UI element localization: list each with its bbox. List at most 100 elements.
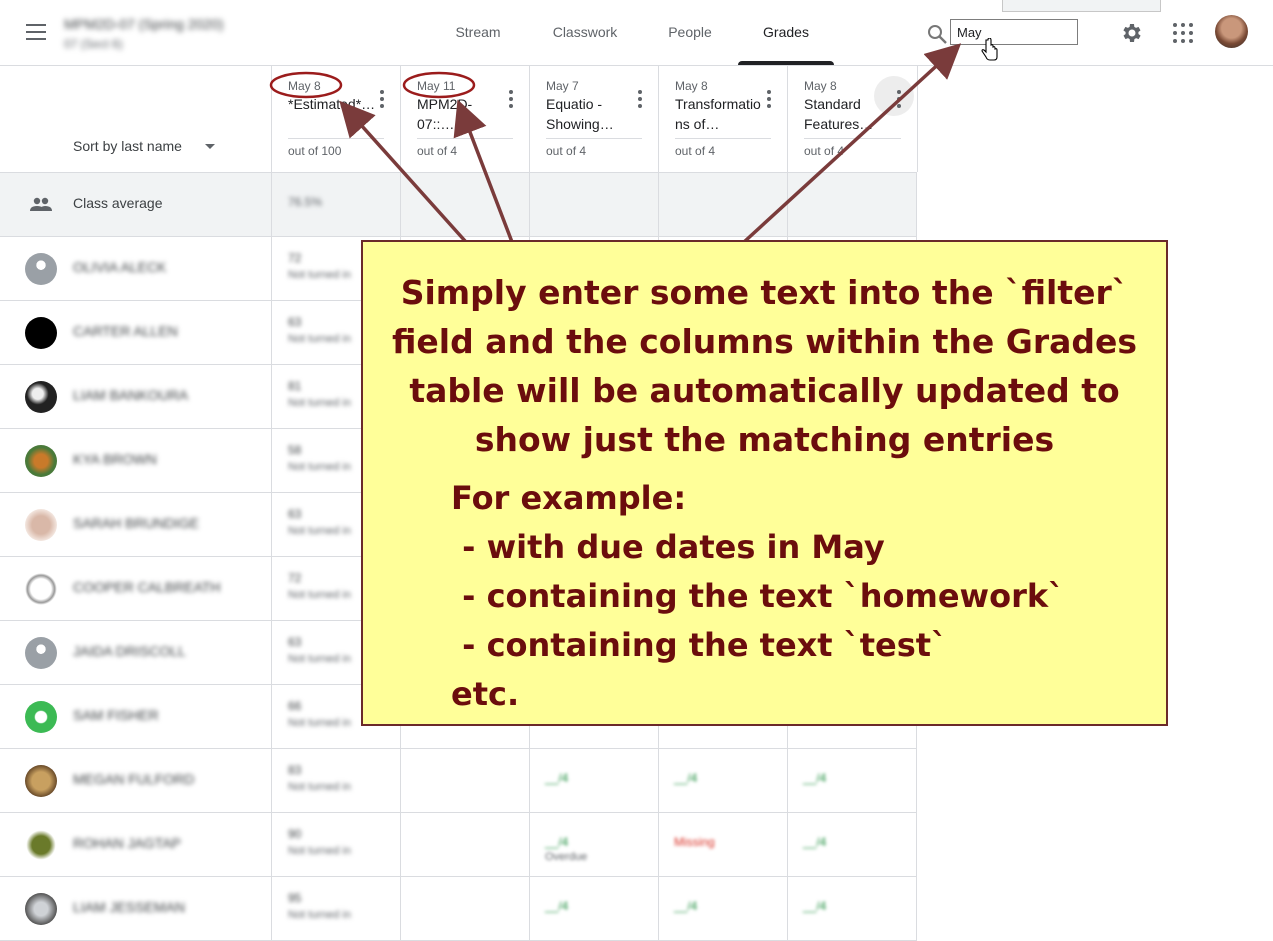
grade-cell[interactable]: __/4 — [803, 899, 826, 913]
divider — [916, 173, 917, 236]
grade-cell[interactable]: 63 — [288, 315, 301, 329]
assignment-title[interactable]: Standard Features… — [804, 94, 892, 134]
grade-cell[interactable]: __/4 — [545, 835, 568, 849]
more-vert-icon[interactable] — [638, 90, 642, 108]
grade-cell[interactable]: 81 — [288, 379, 301, 393]
grade-cell[interactable]: 95 — [288, 891, 301, 905]
grade-status: Not turned in — [288, 845, 351, 857]
assignment-title[interactable]: Transformations of… — [675, 94, 763, 134]
more-vert-icon[interactable] — [767, 90, 771, 108]
student-avatar — [25, 381, 57, 413]
points-possible: out of 100 — [288, 144, 342, 158]
assignment-column-header[interactable]: May 8 *Estimated*… out of 100 — [271, 66, 400, 172]
filter-input[interactable] — [950, 19, 1078, 45]
student-name[interactable]: JAIDA DRISCOLL — [73, 643, 186, 659]
student-name[interactable]: SARAH BRUNDIGE — [73, 515, 199, 531]
grade-status: Not turned in — [288, 525, 351, 537]
due-date: May 7 — [546, 79, 579, 93]
assignment-title[interactable]: *Estimated*… — [288, 94, 376, 114]
student-name[interactable]: COOPER CALBREATH — [73, 579, 221, 595]
table-row[interactable]: ROHAN JAGTAP 90 Not turned in __/4 Missin… — [0, 813, 917, 877]
more-vert-icon[interactable] — [897, 90, 901, 108]
account-avatar[interactable] — [1215, 15, 1248, 48]
due-date: May 8 — [804, 79, 837, 93]
student-name[interactable]: CARTER ALLEN — [73, 323, 178, 339]
student-avatar — [25, 573, 57, 605]
grade-cell[interactable]: 63 — [288, 635, 301, 649]
search-icon[interactable] — [926, 23, 948, 45]
grade-cell[interactable]: __/4 — [674, 899, 697, 913]
divider — [400, 749, 401, 812]
assignment-column-header[interactable]: May 7 Equatio - Showing… out of 4 — [529, 66, 658, 172]
chevron-down-icon[interactable] — [205, 144, 215, 149]
course-title-block[interactable]: MPM2D-07 (Spring 2020) 07 (Sect 6) — [64, 16, 224, 51]
due-date: May 8 — [288, 79, 321, 93]
points-possible: out of 4 — [546, 144, 587, 158]
hand-cursor-icon — [981, 38, 998, 61]
app-header: MPM2D-07 (Spring 2020) 07 (Sect 6) Strea… — [0, 0, 1273, 66]
student-name[interactable]: LIAM BANKOURA — [73, 387, 188, 403]
grade-cell[interactable]: __/4 — [803, 771, 826, 785]
tab-people[interactable]: People — [654, 0, 726, 65]
grade-cell[interactable]: 72 — [288, 251, 301, 265]
student-name[interactable]: LIAM JESSEMAN — [73, 899, 185, 915]
grade-cell[interactable]: 63 — [288, 507, 301, 521]
divider — [400, 813, 401, 876]
due-date: May 8 — [675, 79, 708, 93]
grade-status: Not turned in — [288, 589, 351, 601]
grade-cell[interactable]: __/4 — [545, 899, 568, 913]
course-title: MPM2D-07 (Spring 2020) — [64, 16, 224, 32]
student-avatar — [25, 701, 57, 733]
student-avatar — [25, 829, 57, 861]
divider — [787, 813, 788, 876]
grade-cell[interactable]: 66 — [288, 699, 301, 713]
tab-classwork[interactable]: Classwork — [538, 0, 632, 65]
more-vert-icon[interactable] — [509, 90, 513, 108]
divider — [271, 237, 272, 300]
grade-status: Not turned in — [288, 269, 351, 281]
class-average-value: 76.5% — [288, 195, 323, 209]
student-name[interactable]: ROHAN JAGTAP — [73, 835, 181, 851]
settings-gear-icon[interactable] — [1120, 21, 1144, 45]
assignment-title[interactable]: Equatio - Showing… — [546, 94, 634, 134]
grade-cell[interactable]: 58 — [288, 443, 301, 457]
menu-icon[interactable] — [26, 24, 46, 40]
divider — [916, 749, 917, 812]
class-average-label: Class average — [73, 195, 163, 211]
divider — [658, 813, 659, 876]
tab-stream[interactable]: Stream — [436, 0, 520, 65]
assignment-column-header[interactable]: May 11 MPM2D-07::… out of 4 — [400, 66, 529, 172]
people-icon — [30, 197, 52, 211]
student-name[interactable]: OLIVIA ALECK — [73, 259, 166, 275]
grade-cell[interactable]: Missing — [674, 835, 715, 849]
divider — [417, 138, 513, 139]
student-name[interactable]: KYA BROWN — [73, 451, 157, 467]
callout-examples: For example: - with due dates in May - c… — [451, 479, 1065, 713]
assignment-column-header[interactable]: May 8 Transformations of… out of 4 — [658, 66, 787, 172]
grade-cell[interactable]: __/4 — [803, 835, 826, 849]
student-name[interactable]: MEGAN FULFORD — [73, 771, 194, 787]
grade-cell[interactable]: __/4 — [674, 771, 697, 785]
apps-grid-icon[interactable] — [1173, 23, 1193, 43]
divider — [288, 138, 384, 139]
course-subtitle: 07 (Sect 6) — [64, 37, 123, 51]
table-row[interactable]: LIAM JESSEMAN 95 Not turned in __/4 __/4 _… — [0, 877, 917, 941]
grade-cell[interactable]: 83 — [288, 763, 301, 777]
table-row[interactable]: MEGAN FULFORD 83 Not turned in __/4 __/4 _… — [0, 749, 917, 813]
divider — [271, 493, 272, 556]
tab-grades[interactable]: Grades — [738, 0, 834, 65]
points-possible: out of 4 — [675, 144, 716, 158]
divider — [787, 749, 788, 812]
more-vert-icon[interactable] — [380, 90, 384, 108]
grade-cell[interactable]: __/4 — [545, 771, 568, 785]
student-name[interactable]: SAM FISHER — [73, 707, 159, 723]
divider — [271, 813, 272, 876]
assignment-title[interactable]: MPM2D-07::… — [417, 94, 505, 134]
assignment-column-header[interactable]: May 8 Standard Features… out of 4 — [787, 66, 918, 172]
grade-cell[interactable]: 90 — [288, 827, 301, 841]
grade-status: Not turned in — [288, 717, 351, 729]
grade-cell[interactable]: 72 — [288, 571, 301, 585]
sort-dropdown[interactable]: Sort by last name — [73, 138, 182, 154]
divider — [804, 138, 901, 139]
divider — [271, 877, 272, 940]
